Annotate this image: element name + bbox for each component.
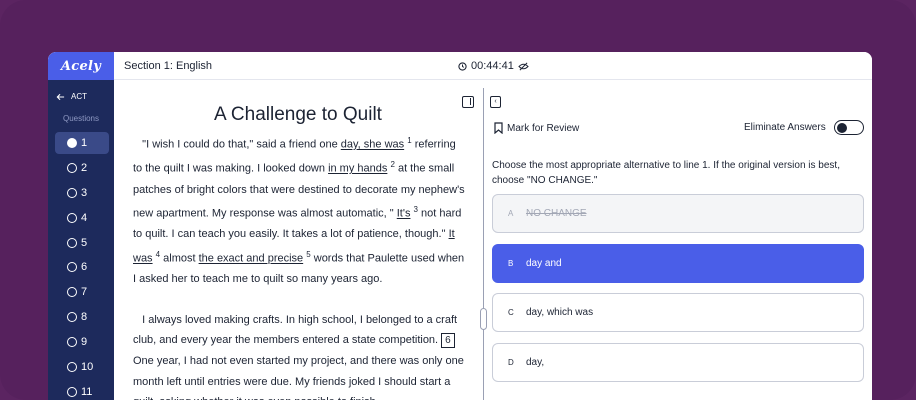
eliminate-label: Eliminate Answers xyxy=(744,122,826,133)
question-number: 5 xyxy=(81,236,88,249)
clock-icon xyxy=(458,61,467,71)
hide-timer-icon[interactable] xyxy=(518,62,529,71)
passage-paragraph-1: "I wish I could do that," said a friend … xyxy=(133,131,467,290)
question-nav-item[interactable]: 8 xyxy=(55,306,109,328)
back-to-act[interactable]: ACT xyxy=(56,92,87,101)
back-label: ACT xyxy=(71,92,87,101)
choice-text: day, xyxy=(526,357,545,368)
question-nav-item[interactable]: 9 xyxy=(55,331,109,353)
question-number: 3 xyxy=(81,186,88,199)
choice-letter: B xyxy=(508,259,514,268)
underlined-segment-5[interactable]: the exact and precise xyxy=(199,253,304,265)
choice-letter: D xyxy=(508,358,514,367)
choice-text: day and xyxy=(526,258,562,269)
question-nav-item[interactable]: 3 xyxy=(55,182,109,204)
question-box-6[interactable]: 6 xyxy=(441,333,455,349)
panel-divider xyxy=(483,88,484,400)
status-circle-icon xyxy=(67,212,77,223)
answer-choice-c[interactable]: Cday, which was xyxy=(492,293,864,332)
question-nav-item[interactable]: 7 xyxy=(55,281,109,303)
question-prompt: Choose the most appropriate alternative … xyxy=(492,160,840,186)
resize-handle[interactable] xyxy=(480,308,487,330)
choice-text: day, which was xyxy=(526,307,594,318)
question-nav-item[interactable]: 11 xyxy=(55,381,109,400)
mark-label: Mark for Review xyxy=(507,122,580,134)
status-circle-icon xyxy=(67,287,77,298)
passage-text: One year, I had not even started my proj… xyxy=(133,354,464,400)
choice-letter: A xyxy=(508,209,514,218)
answer-choice-a[interactable]: A NO CHANGE xyxy=(492,194,864,233)
passage-text: almost xyxy=(160,252,199,265)
status-circle-icon xyxy=(67,312,77,323)
answer-choice-d[interactable]: Dday, xyxy=(492,343,864,382)
question-nav-item[interactable]: 10 xyxy=(55,356,109,378)
question-number: 2 xyxy=(81,161,88,174)
question-nav-item[interactable]: 1 xyxy=(55,132,109,154)
top-bar: Acely Section 1: English 00:44:41 xyxy=(48,52,872,80)
collapse-passage-icon[interactable] xyxy=(462,96,474,108)
status-circle-icon xyxy=(67,187,77,198)
app-window: Acely Section 1: English 00:44:41 ACT Qu… xyxy=(48,52,872,400)
question-nav-item[interactable]: 6 xyxy=(55,256,109,278)
bookmark-icon xyxy=(494,122,503,134)
underlined-segment-2[interactable]: in my hands xyxy=(328,163,387,175)
choice-letter: C xyxy=(508,308,514,317)
question-number: 4 xyxy=(81,211,88,224)
questions-heading: Questions xyxy=(62,114,100,123)
expand-panel-icon[interactable]: ‹ xyxy=(490,96,501,108)
toggle-knob xyxy=(836,122,847,133)
timer-value: 00:44:41 xyxy=(471,60,514,72)
status-circle-icon xyxy=(67,362,77,373)
status-circle-icon xyxy=(67,138,77,148)
status-circle-icon xyxy=(67,262,77,273)
mark-for-review-button[interactable]: Mark for Review xyxy=(494,122,579,134)
timer: 00:44:41 xyxy=(458,52,529,80)
logo: Acely xyxy=(48,52,114,80)
answer-choice-b[interactable]: Bday and xyxy=(492,244,864,283)
eliminate-answers: Eliminate Answers xyxy=(744,120,864,135)
status-circle-icon xyxy=(67,237,77,248)
question-number: 8 xyxy=(81,311,88,324)
question-number: 6 xyxy=(81,261,88,274)
eliminate-toggle[interactable] xyxy=(833,120,864,135)
question-number: 1 xyxy=(81,137,88,149)
passage-paragraph-2: I always loved making crafts. In high sc… xyxy=(133,310,467,400)
underlined-segment-3[interactable]: It's xyxy=(397,208,411,220)
question-list: 1 2 3 4 5 6 7 8 9 10 11 xyxy=(55,132,109,400)
underlined-segment-1[interactable]: day, she was xyxy=(341,139,404,151)
question-number: 11 xyxy=(81,385,93,398)
choice-text: NO CHANGE xyxy=(526,208,587,219)
status-circle-icon xyxy=(67,162,77,173)
passage-text: I always loved making crafts. In high sc… xyxy=(133,313,458,347)
question-number: 7 xyxy=(81,286,88,299)
question-sidebar: ACT Questions 1 2 3 4 5 6 7 8 9 10 11 xyxy=(48,80,114,400)
question-nav-item[interactable]: 2 xyxy=(55,157,109,179)
passage-title: A Challenge to Quilt xyxy=(214,104,382,125)
backdrop: Acely Section 1: English 00:44:41 ACT Qu… xyxy=(0,0,916,400)
passage-text: "I wish I could do that," said a friend … xyxy=(142,138,341,151)
status-circle-icon xyxy=(67,386,77,397)
question-number: 9 xyxy=(81,336,88,349)
question-nav-item[interactable]: 4 xyxy=(55,207,109,229)
passage-panel: A Challenge to Quilt "I wish I could do … xyxy=(114,80,480,400)
question-number: 10 xyxy=(81,361,94,374)
arrow-left-icon xyxy=(56,93,65,100)
status-circle-icon xyxy=(67,337,77,348)
section-title: Section 1: English xyxy=(124,60,213,72)
question-nav-item[interactable]: 5 xyxy=(55,232,109,254)
